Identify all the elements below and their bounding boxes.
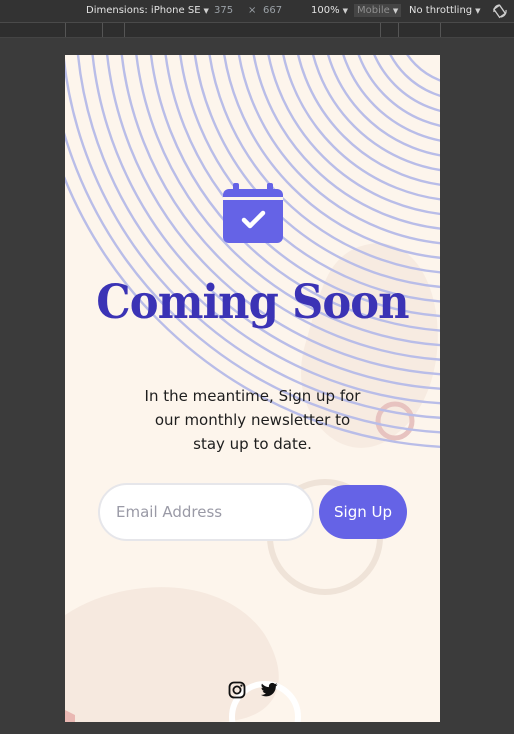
newsletter-description: In the meantime, Sign up for our monthly… [144,387,361,453]
decorative-arc [373,55,440,113]
times-symbol: × [248,5,257,16]
decorative-arc [297,55,440,186]
device-viewport: Coming Soon In the meantime, Sign up for… [65,55,440,722]
page-title: Coming Soon [96,275,409,330]
instagram-icon[interactable] [227,680,247,700]
rotate-icon[interactable] [492,3,508,19]
media-query-ruler [0,23,514,38]
twitter-icon[interactable] [259,680,279,700]
dimensions-label: Dimensions: iPhone SE [86,5,201,16]
width-input[interactable]: 375 [214,5,233,16]
newsletter-form: Sign Up [98,483,408,543]
chevron-down-icon: ▼ [392,6,399,15]
devtools-device-toolbar: Dimensions: iPhone SE ▼ 375 × 667 100% ▼… [0,0,514,23]
calendar-check-icon [223,183,283,243]
device-type-dropdown[interactable]: Mobile ▼ [354,4,402,17]
throttling-label: No throttling [409,5,473,16]
chevron-down-icon: ▼ [342,6,348,15]
zoom-label: 100% [311,5,340,16]
sign-up-button[interactable]: Sign Up [319,485,407,539]
chevron-down-icon: ▼ [203,6,209,15]
device-dimensions-dropdown[interactable]: Dimensions: iPhone SE ▼ [86,5,209,16]
chevron-down-icon: ▼ [475,6,481,15]
email-input[interactable] [98,483,314,541]
social-links [227,680,282,700]
zoom-dropdown[interactable]: 100% ▼ [311,5,348,16]
decorative-arc [311,55,440,172]
device-type-label: Mobile [357,5,390,16]
throttling-dropdown[interactable]: No throttling ▼ [409,5,481,16]
height-input[interactable]: 667 [263,5,282,16]
